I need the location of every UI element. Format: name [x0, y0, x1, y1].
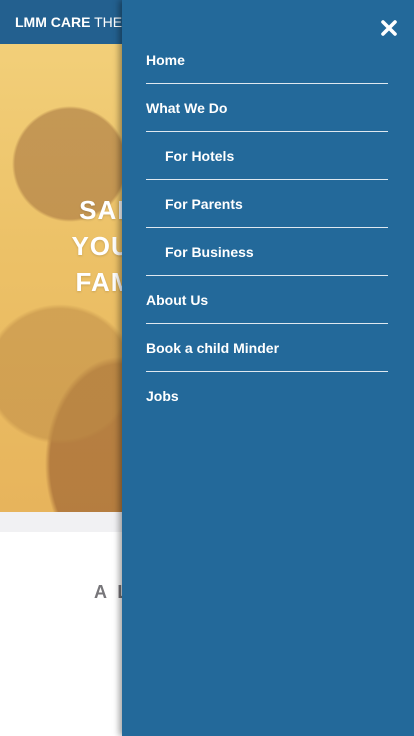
- brand-name: LMM CARE: [15, 14, 91, 30]
- nav-item-for-business: For Business: [146, 228, 388, 276]
- close-icon[interactable]: [380, 19, 398, 37]
- brand-logo[interactable]: LMM CARE THE C: [15, 14, 136, 30]
- nav-link-for-parents[interactable]: For Parents: [165, 196, 243, 212]
- nav-menu: Home What We Do For Hotels For Parents F…: [146, 36, 388, 419]
- nav-item-for-hotels: For Hotels: [146, 132, 388, 180]
- nav-link-for-hotels[interactable]: For Hotels: [165, 148, 234, 164]
- nav-link-about-us[interactable]: About Us: [146, 292, 208, 308]
- nav-item-jobs: Jobs: [146, 372, 388, 419]
- nav-link-for-business[interactable]: For Business: [165, 244, 254, 260]
- nav-item-what-we-do: What We Do: [146, 84, 388, 132]
- nav-item-for-parents: For Parents: [146, 180, 388, 228]
- nav-link-jobs[interactable]: Jobs: [146, 388, 179, 404]
- nav-item-book-a-child-minder: Book a child Minder: [146, 324, 388, 372]
- nav-link-home[interactable]: Home: [146, 52, 185, 68]
- nav-link-what-we-do[interactable]: What We Do: [146, 100, 227, 116]
- nav-link-book-a-child-minder[interactable]: Book a child Minder: [146, 340, 279, 356]
- nav-item-about-us: About Us: [146, 276, 388, 324]
- nav-item-home: Home: [146, 36, 388, 84]
